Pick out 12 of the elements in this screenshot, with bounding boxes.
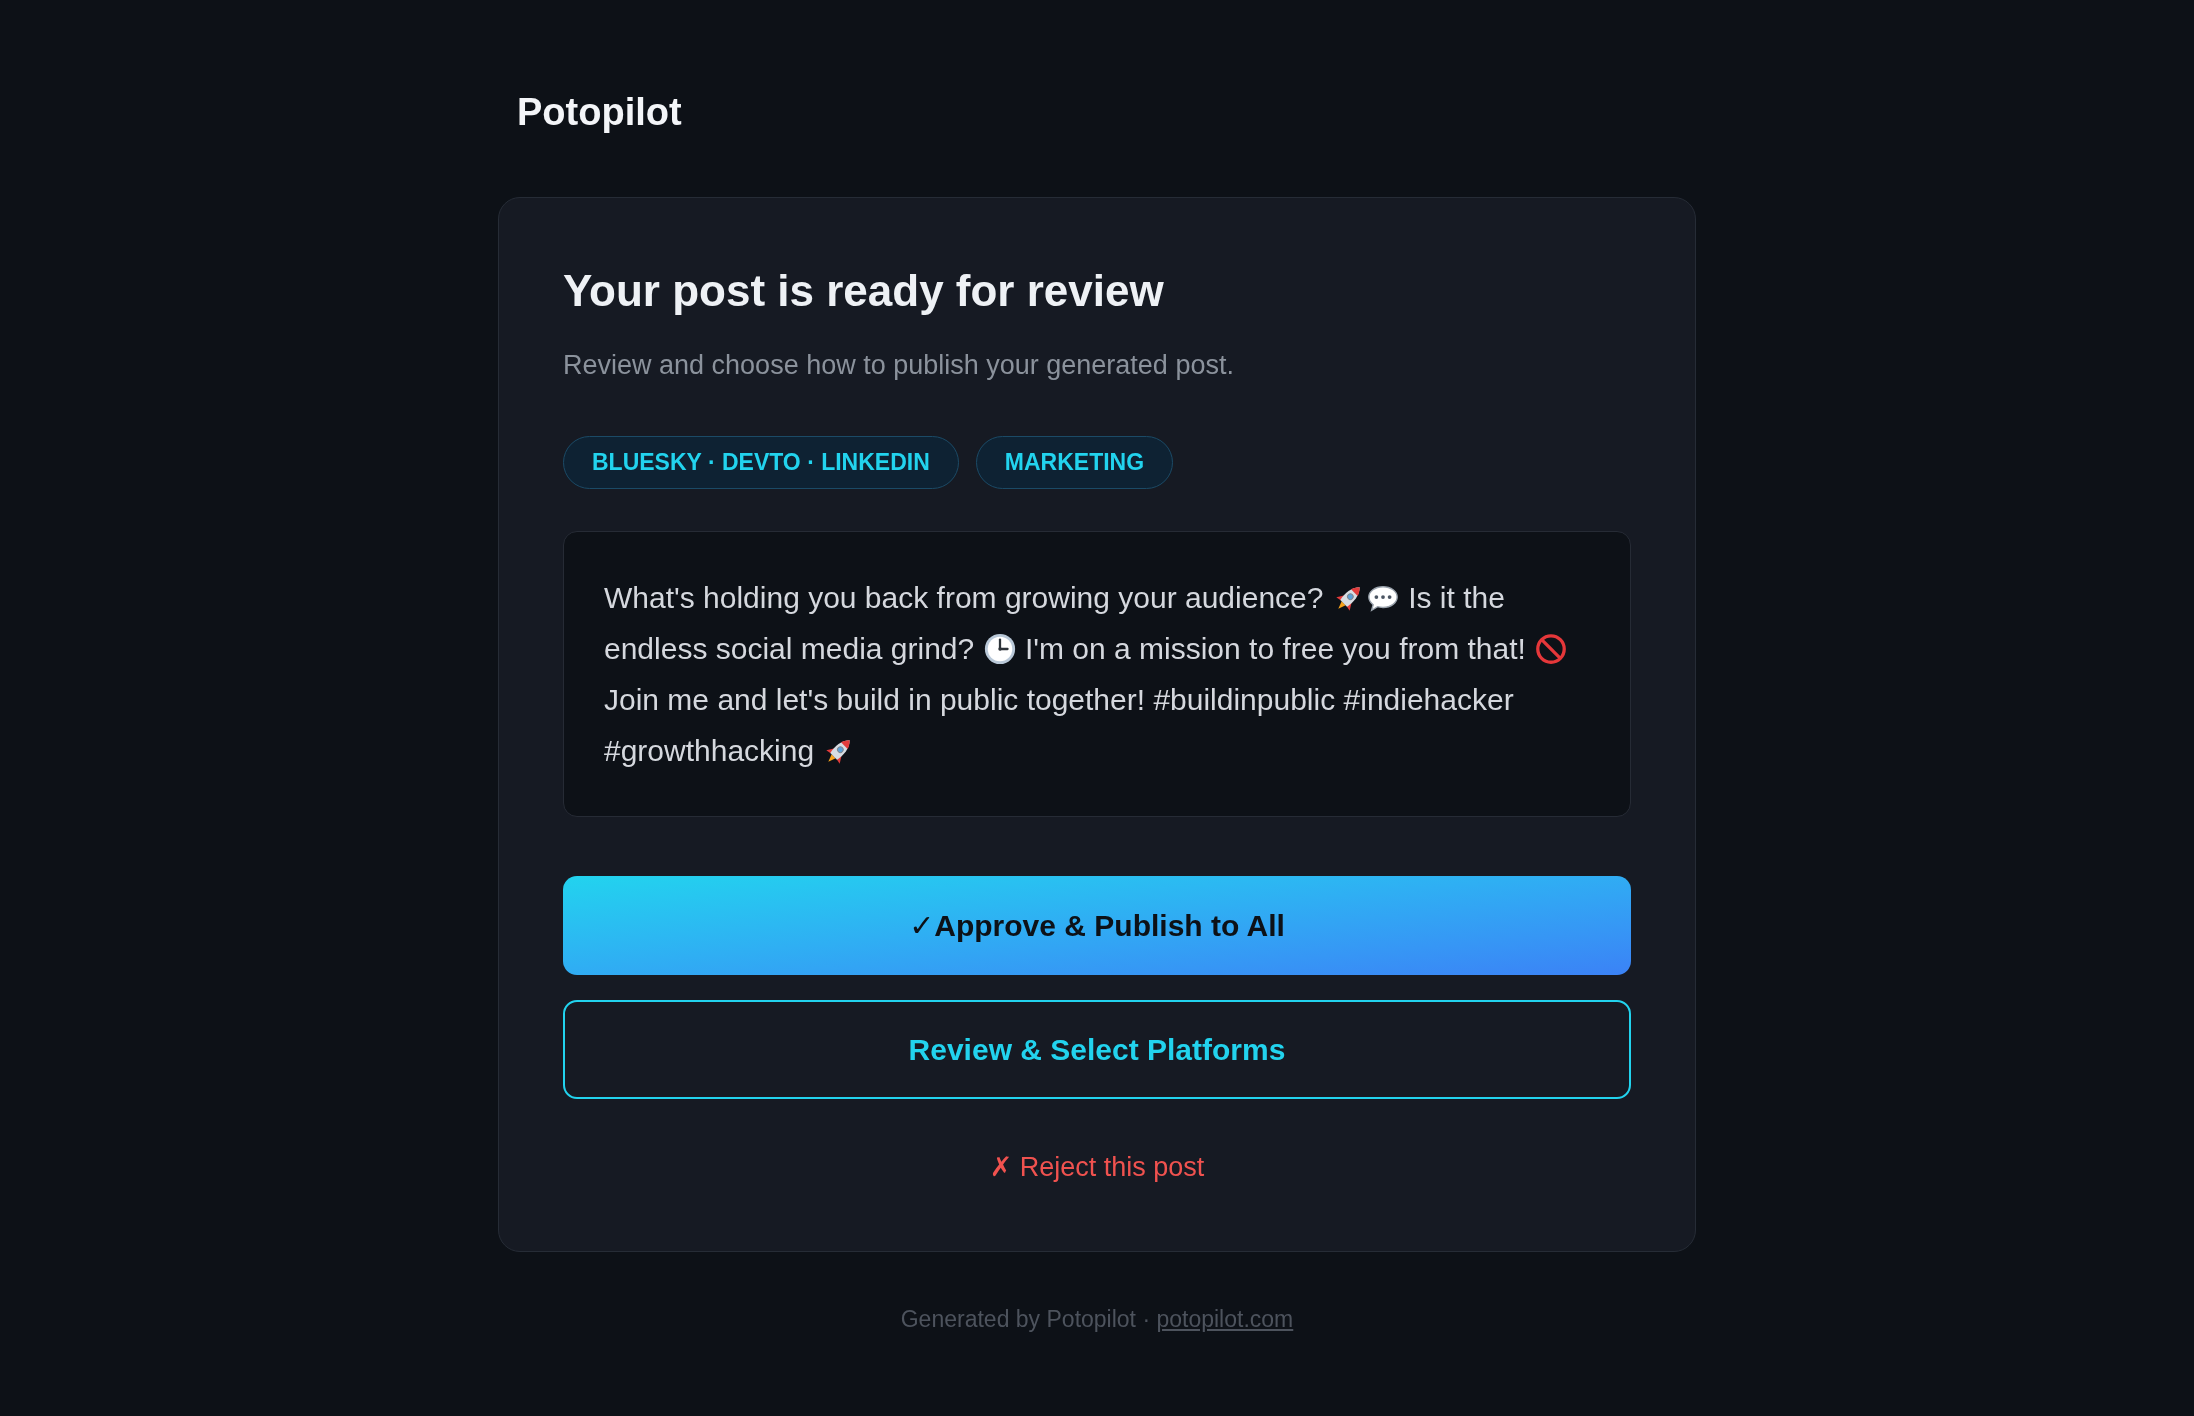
clock-icon bbox=[982, 632, 1017, 666]
approve-button[interactable]: ✓Approve & Publish to All bbox=[563, 876, 1631, 975]
logo-text: Potopilot bbox=[517, 90, 682, 135]
tag: MARKETING bbox=[975, 436, 1174, 489]
subtitle-text: Review and choose how to publish your generated post. bbox=[563, 349, 1234, 382]
page-title: Your post is ready for review bbox=[563, 265, 1164, 317]
prohibited-icon bbox=[1534, 632, 1569, 666]
reject-button[interactable]: ✗ Reject this post bbox=[989, 1147, 1205, 1187]
select-platforms-button[interactable]: Review & Select Platforms bbox=[563, 1000, 1631, 1099]
tag: BLUESKY · DEVTO · LINKEDIN bbox=[563, 436, 959, 489]
post-text: What's holding you back from growing your audience? Is it the endless social media grind? I'm on a mission to free you from that! Join me and let's build in public together! #buildinpublic #indiehacker #growthhacking bbox=[604, 572, 1590, 776]
footer-text: Generated by Potopilot · potopilot.com bbox=[900, 1305, 1294, 1334]
